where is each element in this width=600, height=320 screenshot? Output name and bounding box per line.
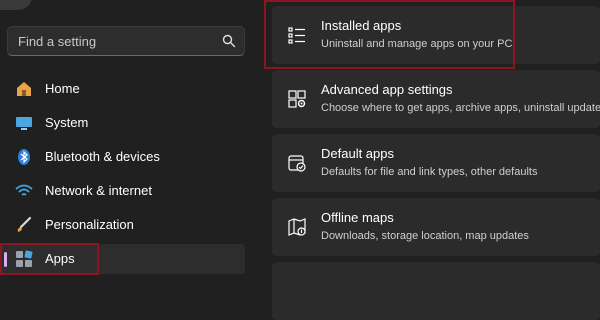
sidebar-item-label: Bluetooth & devices: [45, 149, 160, 164]
sidebar-item-system[interactable]: System: [0, 108, 245, 138]
sidebar-item-network[interactable]: Network & internet: [0, 176, 245, 206]
sidebar-item-label: Personalization: [45, 217, 134, 232]
card-subtitle: Downloads, storage location, map updates: [321, 230, 529, 242]
sidebar-item-home[interactable]: Home: [0, 74, 245, 104]
card-title: Advanced app settings: [321, 82, 453, 97]
card-default-apps[interactable]: Default apps Defaults for file and link …: [272, 134, 600, 192]
sidebar-item-apps[interactable]: Apps: [0, 244, 245, 274]
card-subtitle: Uninstall and manage apps on your PC: [321, 38, 513, 50]
sidebar-item-bluetooth[interactable]: Bluetooth & devices: [0, 142, 245, 172]
map-icon: [288, 218, 306, 236]
apps-icon: [15, 250, 33, 268]
card-advanced-app-settings[interactable]: Advanced app settings Choose where to ge…: [272, 70, 600, 128]
card-subtitle: Defaults for file and link types, other …: [321, 166, 538, 178]
card-subtitle: Choose where to get apps, archive apps, …: [321, 102, 600, 114]
avatar[interactable]: [0, 0, 32, 10]
sidebar-item-label: Network & internet: [45, 183, 152, 198]
system-icon: [15, 114, 33, 132]
card-partial[interactable]: [272, 262, 600, 320]
default-apps-icon: [288, 155, 306, 172]
card-offline-maps[interactable]: Offline maps Downloads, storage location…: [272, 198, 600, 256]
list-icon: [288, 27, 305, 44]
main-panel: Installed apps Uninstall and manage apps…: [262, 0, 600, 320]
sidebar-item-label: Home: [45, 81, 80, 96]
card-title: Default apps: [321, 146, 394, 161]
card-title: Offline maps: [321, 210, 394, 225]
card-title: Installed apps: [321, 18, 402, 33]
home-icon: [15, 80, 33, 98]
search-box[interactable]: [7, 26, 245, 56]
card-installed-apps[interactable]: Installed apps Uninstall and manage apps…: [272, 6, 600, 64]
sidebar: Home System Bluetooth & devices: [0, 0, 262, 275]
sidebar-item-label: System: [45, 115, 89, 130]
sidebar-item-personalization[interactable]: Personalization: [0, 210, 245, 240]
bluetooth-icon: [15, 148, 33, 166]
search-icon[interactable]: [222, 34, 236, 48]
active-indicator: [4, 252, 7, 267]
search-input[interactable]: [18, 27, 218, 55]
sidebar-item-label: Apps: [45, 251, 75, 266]
wifi-icon: [15, 182, 33, 200]
app-settings-icon: [288, 90, 306, 108]
brush-icon: [15, 216, 33, 234]
